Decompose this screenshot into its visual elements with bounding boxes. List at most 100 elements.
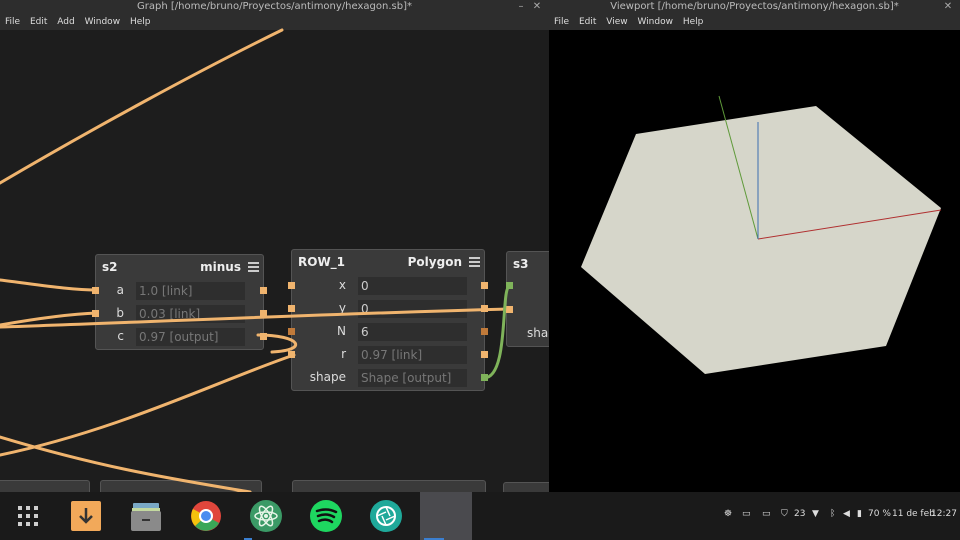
- node-s3[interactable]: s3 shap: [506, 251, 549, 347]
- menu-window[interactable]: Window: [637, 17, 673, 27]
- menu-edit[interactable]: Edit: [30, 17, 47, 27]
- row-label: shap: [527, 326, 549, 340]
- viewport-window: Viewport [/home/bruno/Proyectos/antimony…: [549, 0, 960, 492]
- camera-aperture-icon[interactable]: [369, 499, 403, 533]
- menu-help[interactable]: Help: [683, 17, 704, 27]
- row-value-field[interactable]: 0.97 [output]: [136, 328, 245, 346]
- date-label[interactable]: 11 de feb: [892, 509, 935, 519]
- battery-icon[interactable]: ▮: [857, 509, 862, 519]
- offscreen-node[interactable]: [503, 482, 549, 492]
- battery-percent: 70 %: [868, 509, 891, 519]
- files-icon[interactable]: [129, 499, 163, 533]
- offscreen-node[interactable]: [0, 480, 90, 492]
- node-header[interactable]: s2 minus: [96, 255, 263, 279]
- menu-help[interactable]: Help: [130, 17, 151, 27]
- output-port[interactable]: [260, 287, 267, 294]
- minimize-icon[interactable]: –: [515, 0, 527, 14]
- graph-titlebar[interactable]: Graph [/home/bruno/Proyectos/antimony/he…: [0, 0, 549, 14]
- node-row1-polygon[interactable]: ROW_1 Polygon x 0 y 0 N 6 r 0.97 [link]: [288, 249, 488, 391]
- input-port[interactable]: [92, 310, 99, 317]
- node-header[interactable]: s3: [507, 252, 549, 276]
- input-port[interactable]: [288, 351, 295, 358]
- row-value-field[interactable]: 0: [358, 300, 467, 318]
- input-port[interactable]: [288, 282, 295, 289]
- spotify-icon[interactable]: [309, 499, 343, 533]
- viewport-menubar: File Edit View Window Help: [549, 14, 960, 30]
- row-value-field[interactable]: 0: [358, 277, 467, 295]
- row-label: x: [338, 278, 346, 292]
- node-row-c: c 0.97 [output]: [96, 327, 267, 347]
- node-row-y: y 0: [288, 299, 488, 319]
- graph-menubar: File Edit Add Window Help: [0, 14, 549, 30]
- wifi-icon[interactable]: ▼: [812, 509, 819, 519]
- viewport-canvas[interactable]: [549, 30, 960, 492]
- offscreen-node[interactable]: [292, 480, 486, 492]
- node-menu-icon[interactable]: [248, 262, 259, 274]
- menu-window[interactable]: Window: [85, 17, 121, 27]
- chrome-icon[interactable]: [189, 499, 223, 533]
- graph-window: Graph [/home/bruno/Proyectos/antimony/he…: [0, 0, 549, 492]
- node-row-r: r 0.97 [link]: [288, 345, 488, 365]
- output-port[interactable]: [481, 374, 488, 381]
- node-header[interactable]: ROW_1 Polygon: [292, 250, 484, 274]
- menu-edit[interactable]: Edit: [579, 17, 596, 27]
- row-value-field[interactable]: 0.03 [link]: [136, 305, 245, 323]
- downloads-icon[interactable]: [69, 499, 103, 533]
- active-window-indicator[interactable]: [420, 492, 472, 540]
- row-value-field[interactable]: Shape [output]: [358, 369, 467, 387]
- menu-file[interactable]: File: [5, 17, 20, 27]
- node-name: s2: [102, 260, 118, 274]
- row-label: b: [116, 306, 124, 320]
- output-port[interactable]: [481, 282, 488, 289]
- volume-icon[interactable]: ◀: [843, 509, 850, 519]
- output-port[interactable]: [481, 351, 488, 358]
- input-port[interactable]: [506, 306, 513, 313]
- menu-add[interactable]: Add: [57, 17, 74, 27]
- node-row-shape: shap: [507, 324, 549, 344]
- offscreen-node[interactable]: [100, 480, 262, 492]
- output-port[interactable]: [260, 310, 267, 317]
- row-value-field[interactable]: 0.97 [link]: [358, 346, 467, 364]
- node-type: minus: [200, 260, 241, 274]
- input-port[interactable]: [506, 282, 513, 289]
- graph-window-title: Graph [/home/bruno/Proyectos/antimony/he…: [137, 1, 412, 12]
- close-icon[interactable]: ✕: [942, 0, 954, 14]
- recorder-icon[interactable]: ▭: [742, 509, 751, 519]
- menu-view[interactable]: View: [606, 17, 627, 27]
- row-label: c: [117, 329, 124, 343]
- menu-file[interactable]: File: [554, 17, 569, 27]
- row-value-field[interactable]: 6: [358, 323, 467, 341]
- node-row-n: N 6: [288, 322, 488, 342]
- taskbar: ☸ ▭ ▭ ⛉ 23 ▼ ᛒ ◀ ▮ 70 % 11 de feb 12:27: [0, 492, 960, 540]
- row-label: r: [341, 347, 346, 361]
- node-name: ROW_1: [298, 255, 346, 269]
- monitor-icon[interactable]: ▭: [762, 509, 771, 519]
- input-port[interactable]: [92, 287, 99, 294]
- input-port[interactable]: [288, 305, 295, 312]
- shield-icon[interactable]: ⛉: [781, 509, 788, 519]
- node-row-shape: shape Shape [output]: [292, 368, 488, 388]
- node-type: Polygon: [407, 255, 462, 269]
- close-icon[interactable]: ✕: [531, 0, 543, 14]
- node-name: s3: [513, 257, 529, 271]
- docker-icon[interactable]: ☸: [724, 509, 732, 519]
- row-label: a: [116, 283, 124, 297]
- row-label: N: [337, 324, 346, 338]
- output-port[interactable]: [481, 328, 488, 335]
- output-port[interactable]: [260, 333, 267, 340]
- node-menu-icon[interactable]: [469, 257, 480, 269]
- viewport-titlebar[interactable]: Viewport [/home/bruno/Proyectos/antimony…: [549, 0, 960, 14]
- node-row-b: b 0.03 [link]: [92, 304, 267, 324]
- atom-icon[interactable]: [249, 499, 283, 533]
- app-grid-icon[interactable]: [11, 499, 45, 533]
- viewport-window-title: Viewport [/home/bruno/Proyectos/antimony…: [610, 1, 899, 12]
- output-port[interactable]: [481, 305, 488, 312]
- node-row-a: a 1.0 [link]: [92, 281, 267, 301]
- bluetooth-icon[interactable]: ᛒ: [830, 509, 835, 519]
- row-value-field[interactable]: 1.0 [link]: [136, 282, 245, 300]
- notification-count[interactable]: 23: [794, 509, 805, 519]
- clock[interactable]: 12:27: [931, 509, 957, 519]
- node-s2[interactable]: s2 minus a 1.0 [link] b 0.03 [link] c 0.…: [92, 254, 267, 350]
- hexagon-shape: [581, 106, 941, 374]
- input-port[interactable]: [288, 328, 295, 335]
